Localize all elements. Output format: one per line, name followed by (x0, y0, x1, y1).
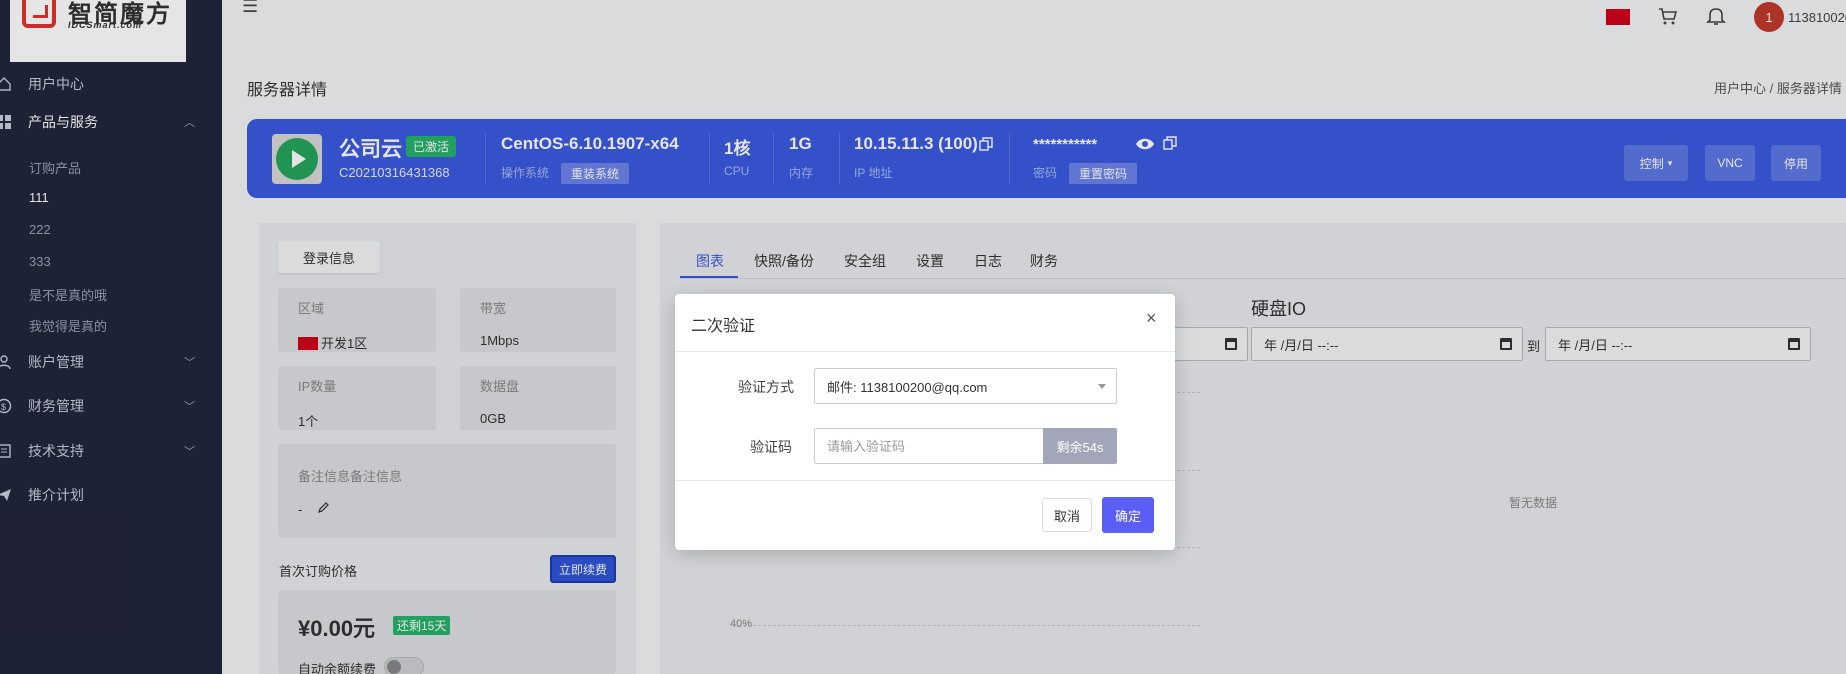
dialog-title: 二次验证 (691, 318, 756, 335)
close-icon[interactable]: × (1146, 308, 1157, 329)
verification-method-select[interactable]: 邮件: 1138100200@qq.com (814, 368, 1117, 404)
method-label: 验证方式 (738, 379, 794, 395)
code-label: 验证码 (750, 439, 792, 455)
chevron-down-icon (1098, 384, 1106, 389)
two-factor-dialog: 二次验证 × 验证方式 邮件: 1138100200@qq.com 验证码 剩余… (675, 294, 1175, 550)
cancel-button[interactable]: 取消 (1042, 498, 1092, 532)
divider (675, 351, 1175, 352)
resend-countdown-button[interactable]: 剩余54s (1043, 428, 1117, 464)
divider (675, 480, 1175, 481)
verification-code-input[interactable] (814, 428, 1044, 464)
selected-method: 邮件: 1138100200@qq.com (827, 379, 988, 395)
confirm-button[interactable]: 确定 (1102, 497, 1154, 533)
